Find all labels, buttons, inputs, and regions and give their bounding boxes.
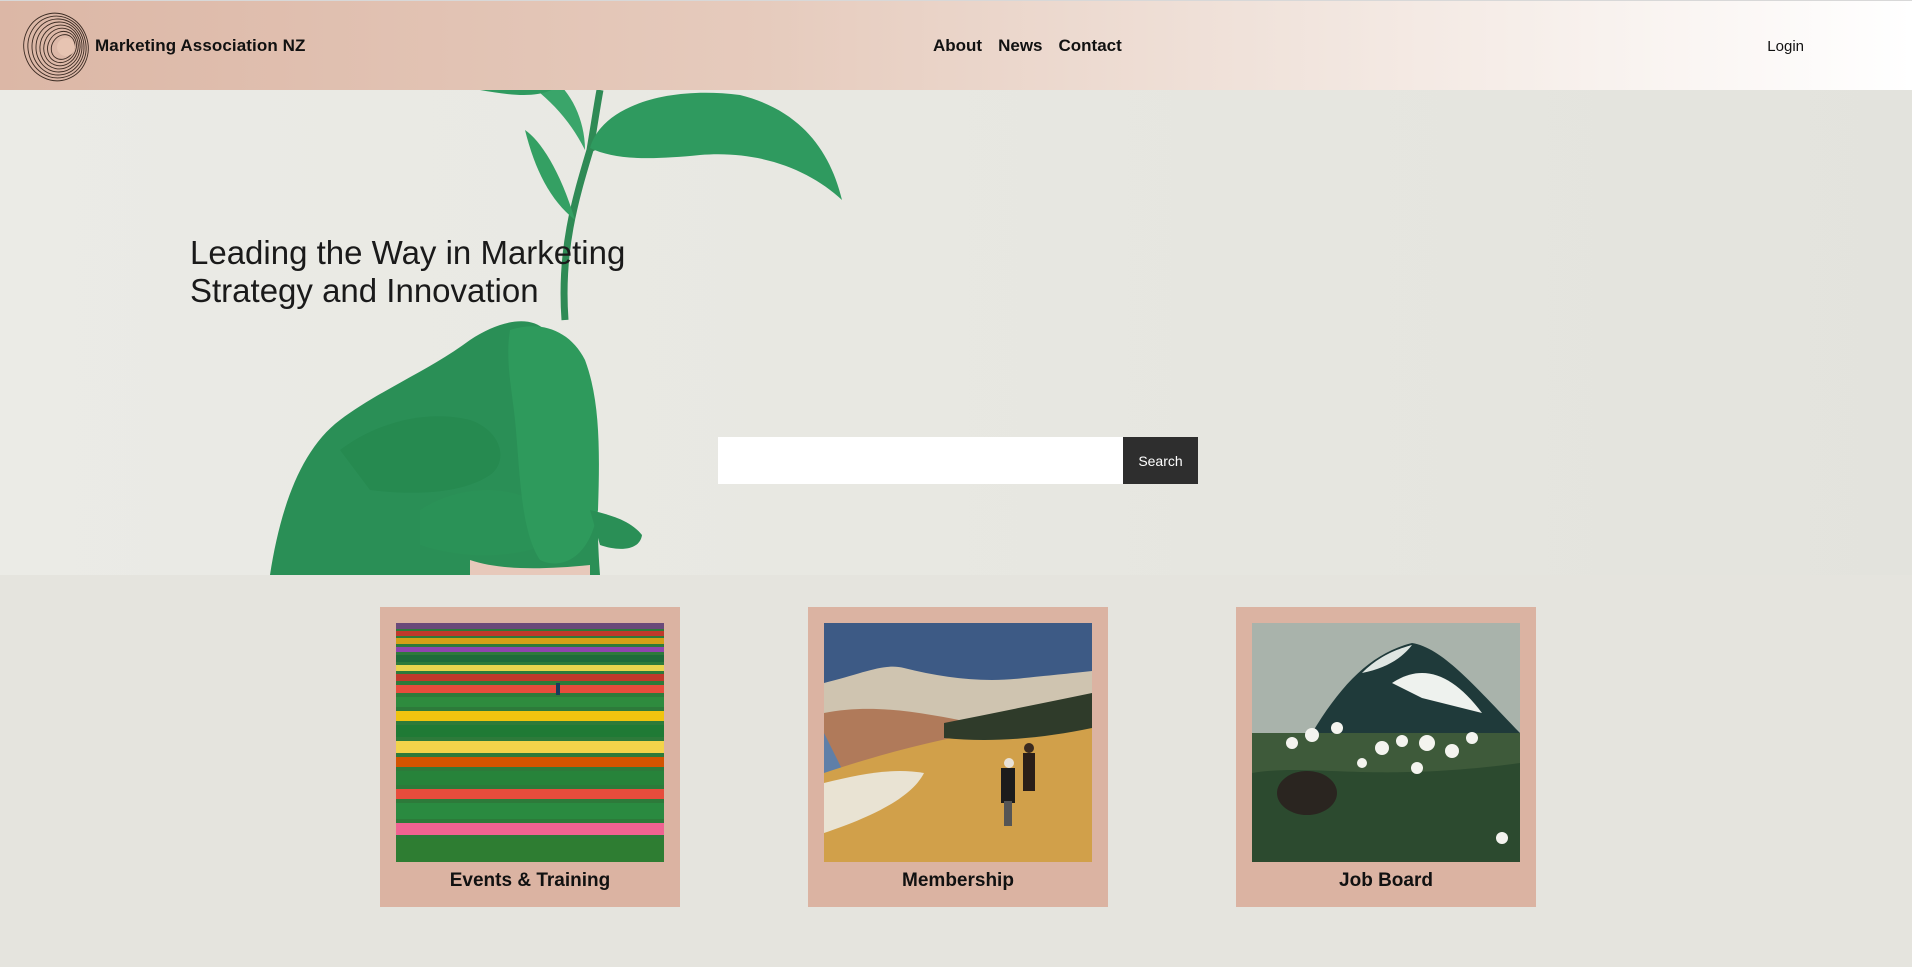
login-link[interactable]: Login [1767, 38, 1804, 55]
hero-headline: Leading the Way in Marketing Strategy an… [190, 234, 625, 310]
site-header: Marketing Association NZ About News Cont… [0, 0, 1912, 90]
nav-contact[interactable]: Contact [1059, 36, 1122, 56]
card-membership[interactable]: Membership [808, 607, 1108, 907]
search-input[interactable] [718, 437, 1123, 484]
hero-image [270, 90, 842, 575]
mountain-wildflowers-photo [1252, 623, 1520, 862]
hero-section: Leading the Way in Marketing Strategy an… [0, 90, 1912, 575]
search-button[interactable]: Search [1123, 437, 1198, 484]
main-nav: About News Contact [933, 36, 1122, 56]
spiral-logo-icon[interactable] [18, 7, 92, 85]
card-label: Events & Training [449, 870, 611, 891]
hero-headline-line2: Strategy and Innovation [190, 272, 539, 309]
hero-headline-line1: Leading the Way in Marketing [190, 234, 626, 271]
coastal-cliffs-hikers-photo [824, 623, 1092, 862]
card-label: Membership [902, 870, 1014, 891]
card-job-board[interactable]: Job Board [1236, 607, 1536, 907]
nav-news[interactable]: News [998, 36, 1042, 56]
nav-about[interactable]: About [933, 36, 982, 56]
card-events-training[interactable]: Events & Training [380, 607, 680, 907]
brand-name[interactable]: Marketing Association NZ [95, 36, 306, 56]
tulip-fields-photo [396, 623, 664, 862]
search-bar: Search [718, 437, 1198, 484]
card-label: Job Board [1339, 870, 1433, 891]
